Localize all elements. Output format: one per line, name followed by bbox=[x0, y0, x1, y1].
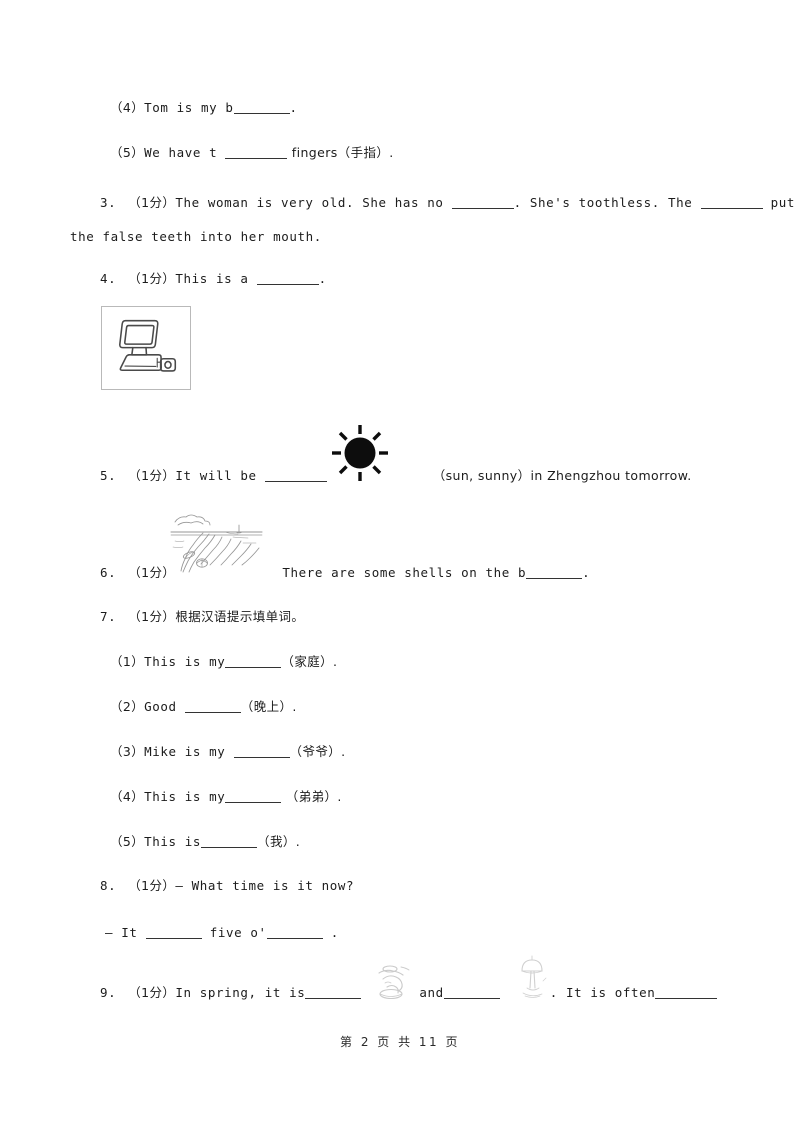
question-2-item-4: （4）Tom is my b. bbox=[110, 101, 298, 115]
item-text-after: （弟弟）. bbox=[281, 789, 342, 804]
answer-blank[interactable] bbox=[233, 101, 290, 114]
item-text-after: . bbox=[289, 100, 298, 115]
item-text-before: This is my bbox=[144, 654, 226, 669]
answer-text-1: — It bbox=[105, 925, 146, 940]
question-2-item-5: （5）We have t fingers（手指）. bbox=[110, 146, 394, 160]
answer-blank[interactable] bbox=[225, 146, 288, 159]
question-text-1: It will be bbox=[175, 468, 265, 483]
item-text-before: Good bbox=[144, 699, 185, 714]
answer-blank[interactable] bbox=[526, 566, 583, 579]
answer-blank[interactable] bbox=[233, 745, 290, 758]
answer-text-2: five o' bbox=[201, 925, 267, 940]
answer-blank[interactable] bbox=[451, 196, 514, 209]
question-3: 3. （1分）The woman is very old. She has no … bbox=[100, 196, 795, 210]
item-label: （5） bbox=[110, 834, 145, 849]
answer-blank[interactable] bbox=[264, 469, 327, 482]
answer-blank[interactable] bbox=[655, 986, 718, 999]
item-label: （5） bbox=[110, 145, 145, 160]
question-text-1: The woman is very old. She has no bbox=[175, 195, 452, 210]
question-text-2: （sun, sunny）in Zhengzhou tomorrow. bbox=[432, 468, 692, 483]
item-text-before: This is my bbox=[144, 789, 226, 804]
question-8: 8. （1分）— What time is it now? bbox=[100, 879, 354, 893]
question-7-item-4: （4）This is my （弟弟）. bbox=[110, 790, 342, 804]
question-marks: （1分） bbox=[128, 195, 176, 210]
item-text-after: fingers（手指）. bbox=[287, 145, 394, 160]
question-marks: （1分） bbox=[128, 271, 176, 286]
answer-blank[interactable] bbox=[201, 835, 258, 848]
answer-blank[interactable] bbox=[266, 926, 323, 939]
item-label: （3） bbox=[110, 744, 145, 759]
item-text-before: Tom is my b bbox=[144, 100, 234, 115]
item-text-after: （我）. bbox=[257, 834, 301, 849]
question-text-2: . bbox=[318, 271, 327, 286]
answer-blank[interactable] bbox=[145, 926, 202, 939]
question-number: 4. bbox=[100, 271, 117, 286]
question-marks: （1分） bbox=[128, 468, 176, 483]
item-label: （2） bbox=[110, 699, 145, 714]
question-number: 6. bbox=[100, 565, 117, 580]
question-text: — What time is it now? bbox=[175, 878, 355, 893]
question-text-2: . bbox=[582, 565, 591, 580]
question-7-item-2: （2）Good （晚上）. bbox=[110, 700, 297, 714]
item-label: （4） bbox=[110, 100, 145, 115]
question-text-3: . It is often bbox=[549, 985, 656, 1000]
item-text-before: We have t bbox=[144, 145, 226, 160]
computer-illustration bbox=[101, 306, 191, 390]
question-7: 7. （1分）根据汉语提示填单词。 bbox=[100, 610, 304, 624]
question-text-2: and bbox=[419, 985, 444, 1000]
question-4: 4. （1分）This is a . bbox=[100, 272, 327, 286]
item-text-after: （晚上）. bbox=[240, 699, 297, 714]
question-5: 5. （1分）It will be （sun, sunny）in Zhengzho… bbox=[100, 469, 692, 483]
question-3-continuation: the false teeth into her mouth. bbox=[70, 229, 322, 244]
question-prompt: 根据汉语提示填单词。 bbox=[175, 609, 305, 624]
page-footer: 第 2 页 共 11 页 bbox=[340, 1035, 460, 1049]
question-number: 3. bbox=[100, 195, 117, 210]
question-9: 9. （1分）In spring, it is and . It is often bbox=[100, 985, 718, 1000]
question-marks: （1分） bbox=[128, 609, 176, 624]
item-text-after: （家庭）. bbox=[281, 654, 338, 669]
question-text-1: This is a bbox=[175, 271, 257, 286]
question-text-2: . She's toothless. The bbox=[513, 195, 701, 210]
answer-blank[interactable] bbox=[700, 196, 763, 209]
question-marks: （1分） bbox=[128, 985, 176, 1000]
item-text-after: （爷爷）. bbox=[289, 744, 346, 759]
question-text-3: put bbox=[762, 195, 796, 210]
question-7-item-1: （1）This is my （家庭）. bbox=[110, 655, 337, 669]
answer-blank[interactable] bbox=[443, 986, 500, 999]
item-text-before: This is bbox=[144, 834, 202, 849]
question-text-1: In spring, it is bbox=[175, 985, 306, 1000]
question-8-answer: — It five o' . bbox=[105, 926, 339, 940]
answer-blank[interactable] bbox=[225, 655, 282, 668]
beach-shells-illustration bbox=[169, 511, 264, 573]
answer-blank[interactable] bbox=[256, 272, 319, 285]
question-number: 7. bbox=[100, 609, 117, 624]
question-6: 6. （1分） There are some shells on the b. bbox=[100, 566, 590, 580]
question-marks: （1分） bbox=[128, 565, 176, 580]
question-text-1: There are some shells on the b bbox=[282, 565, 527, 580]
question-number: 9. bbox=[100, 985, 117, 1000]
item-label: （1） bbox=[110, 654, 145, 669]
answer-blank[interactable] bbox=[305, 986, 362, 999]
item-label: （4） bbox=[110, 789, 145, 804]
question-number: 8. bbox=[100, 878, 117, 893]
answer-blank[interactable] bbox=[184, 700, 241, 713]
answer-text-3: . bbox=[322, 925, 339, 940]
question-marks: （1分） bbox=[128, 878, 176, 893]
worksheet-page: （4）Tom is my b. （5）We have t fingers（手指）… bbox=[0, 0, 800, 1132]
item-text-before: Mike is my bbox=[144, 744, 234, 759]
question-7-item-5: （5）This is （我）. bbox=[110, 835, 300, 849]
question-number: 5. bbox=[100, 468, 117, 483]
question-7-item-3: （3）Mike is my （爷爷）. bbox=[110, 745, 346, 759]
answer-blank[interactable] bbox=[225, 790, 282, 803]
